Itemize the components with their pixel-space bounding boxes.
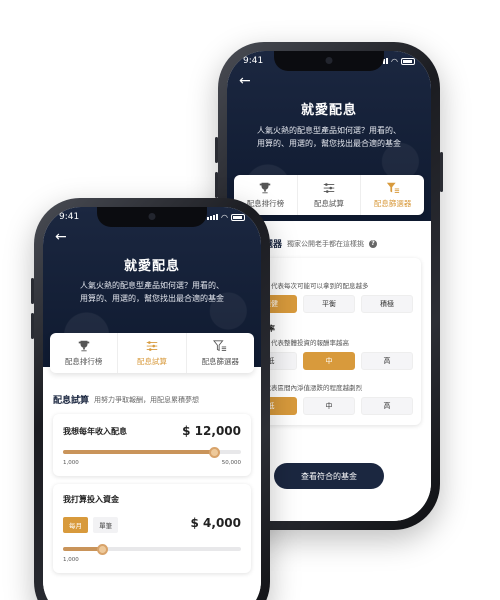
annual-income-label: 我想每年收入配息 — [63, 426, 127, 436]
option-button[interactable]: 平衡 — [303, 295, 355, 313]
wifi-icon: ◠ — [391, 56, 398, 66]
slider-handle[interactable] — [96, 543, 108, 555]
criterion-desc: 率越高，代表每次可能可以拿到的配息越多 — [245, 282, 369, 290]
view-matching-funds-button[interactable]: 查看符合的基金 — [274, 463, 384, 489]
tab-label: 配息試算 — [136, 357, 167, 366]
wifi-icon: ◠ — [221, 212, 228, 222]
tab-label: 配息試算 — [314, 199, 344, 208]
back-arrow-icon[interactable]: ← — [227, 71, 431, 91]
trophy-icon — [78, 340, 89, 352]
notch — [274, 51, 384, 71]
help-icon[interactable]: ? — [369, 239, 378, 248]
mode-lumpsum-chip[interactable]: 單筆 — [93, 517, 119, 533]
notch — [97, 207, 207, 227]
status-time: 9:41 — [59, 212, 80, 222]
trophy-icon — [260, 182, 271, 194]
status-time: 9:41 — [243, 56, 264, 66]
page-title: 就愛配息 — [123, 259, 180, 274]
option-button[interactable]: 高 — [361, 397, 413, 415]
investment-amount: $ 4,000 — [190, 516, 241, 530]
tab-label: 配息篩選器 — [201, 357, 240, 366]
tab-filter[interactable]: 配息篩選器 — [187, 333, 254, 373]
criterion-options: 穩健 平衡 積極 — [245, 295, 413, 313]
page-subtitle-2: 用算的、用選的，幫您找出最合適的基金 — [257, 139, 401, 148]
section-subtitle: 獨家公開老手都在這樣挑 — [287, 239, 365, 248]
annual-income-card: 我想每年收入配息 $ 12,000 1,000 50,000 — [53, 414, 251, 476]
criterion-desc: 越高，代表區間內淨值漲跌的程度越劇烈 — [245, 384, 362, 392]
option-button[interactable]: 高 — [361, 352, 413, 370]
option-button[interactable]: 中 — [303, 397, 355, 415]
annual-income-slider[interactable] — [63, 446, 241, 458]
annual-income-amount: $ 12,000 — [182, 424, 241, 438]
front-screen: 9:41 ◠ ← 就愛配息 人氣火熱的配息型產品如何選？用看的、 用算的、用選的… — [43, 207, 261, 600]
tab-calculator[interactable]: 配息試算 — [118, 333, 187, 373]
calc-section-title: 配息試算 用努力爭取報酬，用配息累積夢想 — [53, 393, 251, 407]
page-subtitle-1: 人氣火熱的配息型產品如何選？用看的、 — [80, 281, 224, 290]
tab-filter[interactable]: 配息篩選器 — [361, 175, 424, 215]
slider-fill — [63, 450, 215, 454]
calculator-icon — [323, 183, 335, 193]
criterion-options: 低 中 高 — [245, 397, 413, 415]
page-subtitle-1: 人氣火熱的配息型產品如何選？用看的、 — [257, 126, 401, 135]
tab-calculator[interactable]: 配息試算 — [298, 175, 362, 215]
filter-icon — [386, 182, 399, 193]
investment-card: 我打算投入資金 每月 單筆 $ 4,000 1,000 — [53, 484, 251, 573]
investment-label: 我打算投入資金 — [63, 495, 119, 504]
slider-min: 1,000 — [63, 557, 79, 563]
front-body: 配息試算 用努力爭取報酬，用配息累積夢想 我想每年收入配息 $ 12,000 1… — [43, 367, 261, 600]
calculator-icon — [146, 341, 158, 351]
criterion-options: 低 中 高 — [245, 352, 413, 370]
criterion-desc: 率越高，代表整體投資的報酬率越高 — [245, 339, 349, 347]
back-tab-bar: 配息排行榜 配息試算 配息篩選器 — [234, 175, 424, 215]
phone-front: 9:41 ◠ ← 就愛配息 人氣火熱的配息型產品如何選？用看的、 用算的、用選的… — [31, 198, 270, 600]
tab-ranking[interactable]: 配息排行榜 — [50, 333, 119, 373]
stage: 9:41 ◠ ← 就愛配息 人氣火熱的配息型產品如何選？用看的、 用算的、用選的… — [0, 0, 500, 600]
tab-label: 配息排行榜 — [64, 357, 103, 366]
back-arrow-icon[interactable]: ← — [43, 227, 261, 247]
investment-slider[interactable] — [63, 543, 241, 555]
slider-max: 50,000 — [221, 460, 241, 466]
signal-icon — [207, 214, 219, 220]
criterion-title: 總報酬率 — [245, 323, 413, 334]
slider-min: 1,000 — [63, 460, 79, 466]
slider-handle[interactable] — [208, 446, 220, 458]
option-button[interactable]: 積極 — [361, 295, 413, 313]
section-title: 配息試算 — [53, 396, 90, 406]
front-tab-bar: 配息排行榜 配息試算 配息篩選器 — [50, 333, 254, 373]
tab-label: 配息篩選器 — [373, 199, 412, 208]
page-title: 就愛配息 — [300, 103, 357, 118]
page-subtitle-2: 用算的、用選的，幫您找出最合適的基金 — [80, 294, 224, 303]
section-subtitle: 用努力爭取報酬，用配息累積夢想 — [94, 395, 200, 404]
filter-icon — [213, 340, 227, 352]
criterion-title: 配息率 — [245, 266, 413, 277]
battery-icon — [231, 213, 245, 221]
battery-icon — [401, 57, 415, 65]
mode-monthly-chip[interactable]: 每月 — [63, 517, 88, 533]
option-button[interactable]: 中 — [303, 352, 355, 370]
